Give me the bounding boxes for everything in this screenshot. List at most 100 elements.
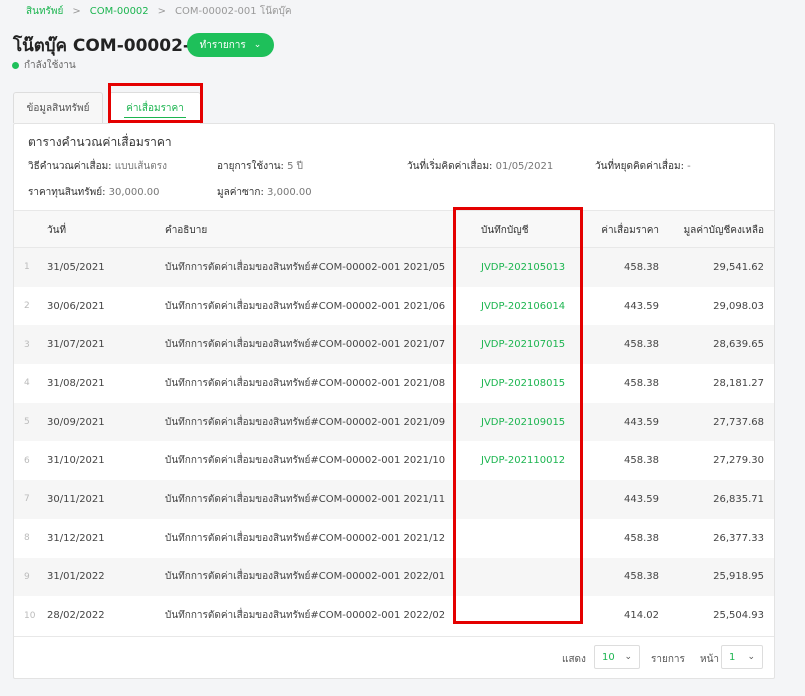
- info-method: วิธีคำนวณค่าเสื่อม: แบบเส้นตรง: [28, 159, 167, 174]
- row-depreciation: 458.38: [624, 455, 659, 467]
- page-size-select[interactable]: 10 ⌄: [594, 645, 640, 669]
- row-description: บันทึกการตัดค่าเสื่อมของสินทรัพย์#COM-00…: [165, 455, 446, 467]
- breadcrumb: สินทรัพย์ > COM-00002 > COM-00002-001 โน…: [26, 4, 292, 18]
- status-dot-icon: [12, 62, 19, 69]
- info-stop-label: วันที่หยุดคิดค่าเสื่อม:: [595, 161, 684, 172]
- row-date: 31/10/2021: [47, 455, 105, 467]
- table-row: 10 28/02/2022 บันทึกการตัดค่าเสื่อมของสินท…: [14, 596, 774, 635]
- row-book-value: 25,918.95: [713, 571, 764, 583]
- info-cost-label: ราคาทุนสินทรัพย์:: [28, 187, 106, 198]
- row-index: 3: [24, 339, 30, 350]
- row-depreciation: 443.59: [624, 300, 659, 312]
- info-life-label: อายุการใช้งาน:: [217, 161, 284, 172]
- info-salvage: มูลค่าซาก: 3,000.00: [217, 185, 312, 200]
- table-header: วันที่ คำอธิบาย บันทึกบัญชี ค่าเสื่อมราค…: [14, 210, 774, 248]
- row-depreciation: 414.02: [624, 610, 659, 622]
- row-description: บันทึกการตัดค่าเสื่อมของสินทรัพย์#COM-00…: [165, 571, 446, 583]
- table-body: 1 31/05/2021 บันทึกการตัดค่าเสื่อมของสินทร…: [14, 248, 774, 635]
- row-description: บันทึกการตัดค่าเสื่อมของสินทรัพย์#COM-00…: [165, 377, 446, 389]
- row-index: 6: [24, 455, 30, 466]
- action-button-label: ทำรายการ: [199, 39, 246, 51]
- row-depreciation: 458.38: [624, 339, 659, 351]
- row-date: 28/02/2022: [47, 610, 105, 622]
- row-description: บันทึกการตัดค่าเสื่อมของสินทรัพย์#COM-00…: [165, 339, 446, 351]
- row-book-value: 29,541.62: [713, 261, 764, 273]
- column-header-depreciation[interactable]: ค่าเสื่อมราคา: [601, 211, 659, 249]
- row-book-value: 29,098.03: [713, 300, 764, 312]
- pagination-bar: แสดง 10 ⌄ รายการ หน้า 1 ⌄: [14, 636, 774, 679]
- info-method-label: วิธีคำนวณค่าเสื่อม:: [28, 161, 112, 172]
- chevron-down-icon: ⌄: [624, 652, 632, 662]
- row-index: 1: [24, 262, 30, 273]
- row-index: 10: [24, 610, 36, 621]
- row-book-value: 28,639.65: [713, 339, 764, 351]
- table-row: 8 31/12/2021 บันทึกการตัดค่าเสื่อมของสินทร…: [14, 519, 774, 558]
- page-size-label: แสดง: [562, 654, 586, 665]
- tab-label: ข้อมูลสินทรัพย์: [26, 102, 90, 114]
- page-select[interactable]: 1 ⌄: [721, 645, 763, 669]
- tab-asset-info[interactable]: ข้อมูลสินทรัพย์: [13, 92, 103, 123]
- breadcrumb-current: COM-00002-001 โน๊ตบุ๊ค: [175, 5, 292, 17]
- info-salvage-value: 3,000.00: [267, 187, 312, 198]
- table-row: 7 30/11/2021 บันทึกการตัดค่าเสื่อมของสินทร…: [14, 480, 774, 519]
- info-start-value: 01/05/2021: [495, 161, 554, 172]
- panel-title: ตารางคำนวณค่าเสื่อมราคา: [28, 135, 172, 149]
- status-text: กำลังใช้งาน: [24, 60, 76, 71]
- page-size-value: 10: [602, 651, 615, 663]
- breadcrumb-separator: >: [72, 5, 81, 17]
- page-value: 1: [729, 651, 736, 663]
- info-start-label: วันที่เริ่มคิดค่าเสื่อม:: [407, 161, 493, 172]
- row-book-value: 26,835.71: [713, 493, 764, 505]
- row-book-value: 26,377.33: [713, 532, 764, 544]
- row-depreciation: 443.59: [624, 493, 659, 505]
- row-description: บันทึกการตัดค่าเสื่อมของสินทรัพย์#COM-00…: [165, 416, 446, 428]
- info-life-value: 5 ปี: [287, 161, 303, 172]
- row-book-value: 25,504.93: [713, 610, 764, 622]
- info-stop-value: -: [687, 161, 691, 172]
- row-date: 31/12/2021: [47, 532, 105, 544]
- row-index: 5: [24, 417, 30, 428]
- row-index: 8: [24, 533, 30, 544]
- row-date: 31/01/2022: [47, 571, 105, 583]
- info-start: วันที่เริ่มคิดค่าเสื่อม: 01/05/2021: [407, 159, 553, 174]
- chevron-down-icon: ⌄: [747, 652, 755, 662]
- row-depreciation: 443.59: [624, 416, 659, 428]
- column-header-date[interactable]: วันที่: [47, 211, 66, 249]
- info-salvage-label: มูลค่าซาก:: [217, 187, 264, 198]
- table-row: 4 31/08/2021 บันทึกการตัดค่าเสื่อมของสินทร…: [14, 364, 774, 403]
- tab-highlight-box: [108, 83, 203, 123]
- breadcrumb-assets-link[interactable]: สินทรัพย์: [26, 4, 63, 19]
- breadcrumb-group-link[interactable]: COM-00002: [90, 6, 149, 17]
- row-book-value: 27,737.68: [713, 416, 764, 428]
- info-life: อายุการใช้งาน: 5 ปี: [217, 159, 303, 174]
- row-index: 4: [24, 378, 30, 389]
- column-header-description[interactable]: คำอธิบาย: [165, 211, 207, 249]
- row-date: 31/05/2021: [47, 261, 105, 273]
- row-description: บันทึกการตัดค่าเสื่อมของสินทรัพย์#COM-00…: [165, 300, 446, 312]
- row-depreciation: 458.38: [624, 261, 659, 273]
- depreciation-table: วันที่ คำอธิบาย บันทึกบัญชี ค่าเสื่อมราค…: [14, 210, 774, 635]
- breadcrumb-separator: >: [157, 5, 167, 17]
- row-depreciation: 458.38: [624, 571, 659, 583]
- row-date: 31/07/2021: [47, 339, 105, 351]
- status-badge: กำลังใช้งาน: [12, 58, 76, 73]
- row-description: บันทึกการตัดค่าเสื่อมของสินทรัพย์#COM-00…: [165, 493, 446, 505]
- action-dropdown-button[interactable]: ทำรายการ ⌄: [187, 33, 274, 57]
- row-book-value: 27,279.30: [713, 455, 764, 467]
- row-index: 2: [24, 301, 30, 312]
- table-row: 1 31/05/2021 บันทึกการตัดค่าเสื่อมของสินทร…: [14, 248, 774, 287]
- row-description: บันทึกการตัดค่าเสื่อมของสินทรัพย์#COM-00…: [165, 261, 446, 273]
- chevron-down-icon: ⌄: [253, 40, 262, 50]
- items-label: รายการ: [651, 654, 685, 665]
- table-row: 2 30/06/2021 บันทึกการตัดค่าเสื่อมของสินทร…: [14, 287, 774, 326]
- table-row: 5 30/09/2021 บันทึกการตัดค่าเสื่อมของสินทร…: [14, 402, 774, 442]
- row-index: 9: [24, 571, 30, 582]
- row-date: 30/11/2021: [47, 493, 105, 505]
- row-date: 30/06/2021: [47, 300, 105, 312]
- row-book-value: 28,181.27: [713, 377, 764, 389]
- row-depreciation: 458.38: [624, 377, 659, 389]
- info-cost-value: 30,000.00: [108, 187, 160, 198]
- column-header-book-value[interactable]: มูลค่าบัญชีคงเหลือ: [684, 211, 764, 249]
- page-label: หน้า: [700, 654, 720, 665]
- table-row: 6 31/10/2021 บันทึกการตัดค่าเสื่อมของสินทร…: [14, 441, 774, 480]
